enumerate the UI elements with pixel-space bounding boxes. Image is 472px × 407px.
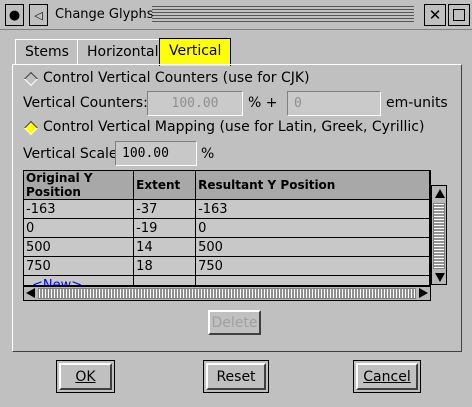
table-row[interactable]: 750 18 750 xyxy=(24,256,430,276)
column-header-resultant[interactable]: Resultant Y Position xyxy=(195,171,430,200)
title-bar[interactable]: ● ◁ Change Glyphs ✕ xyxy=(0,0,472,30)
table-cell[interactable]: 750 xyxy=(24,256,135,276)
new-entry-link[interactable]: <New> xyxy=(24,275,135,285)
table-row[interactable]: 500 14 500 xyxy=(24,237,430,257)
maximize-button[interactable] xyxy=(448,4,470,26)
scroll-down-icon[interactable] xyxy=(435,273,445,282)
vertical-scrollbar[interactable] xyxy=(431,185,447,285)
mapping-table[interactable]: Original Y Position Extent Resultant Y P… xyxy=(23,170,431,286)
window-menu-button[interactable]: ● xyxy=(5,4,24,26)
horizontal-scrollbar[interactable] xyxy=(23,286,431,301)
shade-button[interactable]: ◁ xyxy=(29,4,48,26)
vertical-counters-em-field[interactable]: 0 xyxy=(287,91,381,116)
table-cell[interactable]: 750 xyxy=(195,256,430,276)
table-cell[interactable]: -19 xyxy=(133,218,197,238)
vertical-scale-field[interactable]: 100.00 xyxy=(115,141,197,166)
table-cell[interactable]: 18 xyxy=(133,256,197,276)
cancel-button[interactable]: Cancel xyxy=(353,360,421,393)
cancel-button-label: Cancel xyxy=(363,368,411,385)
scale-percent-label: % xyxy=(201,146,215,162)
em-units-label: em-units xyxy=(386,95,448,111)
vertical-scroll-thumb[interactable] xyxy=(433,203,445,269)
vertical-counters-percent-field[interactable]: 100.00 xyxy=(147,91,243,116)
vertical-mapping-option-label: Control Vertical Mapping (use for Latin,… xyxy=(43,119,425,135)
table-cell[interactable] xyxy=(133,275,197,285)
scroll-right-icon[interactable] xyxy=(419,288,428,298)
table-cell[interactable] xyxy=(195,275,430,285)
table-row[interactable]: -163 -37 -163 xyxy=(24,199,430,219)
change-glyphs-dialog: ● ◁ Change Glyphs ✕ Stems Horizontal Ver… xyxy=(0,0,472,407)
horizontal-scroll-thumb[interactable] xyxy=(38,288,416,299)
reset-button[interactable]: Reset xyxy=(203,360,269,393)
vertical-counters-option-label: Control Vertical Counters (use for CJK) xyxy=(43,70,310,86)
table-cell[interactable]: 14 xyxy=(133,237,197,257)
column-header-original[interactable]: Original Y Position xyxy=(24,171,135,200)
window-title: Change Glyphs xyxy=(55,7,154,22)
window-menu-icon: ● xyxy=(8,7,21,23)
table-cell[interactable]: -163 xyxy=(195,199,430,219)
tab-stems[interactable]: Stems xyxy=(15,39,79,65)
table-cell[interactable]: -37 xyxy=(133,199,197,219)
ok-button-label: OK xyxy=(75,368,96,385)
close-icon: ✕ xyxy=(428,5,442,24)
maximize-icon xyxy=(453,9,465,21)
tab-vertical[interactable]: Vertical xyxy=(159,38,232,66)
title-bar-drag-area[interactable] xyxy=(152,6,414,24)
table-cell[interactable]: 500 xyxy=(195,237,430,257)
table-cell[interactable]: 0 xyxy=(195,218,430,238)
percent-plus-label: % + xyxy=(248,95,278,111)
delete-button[interactable]: Delete xyxy=(208,310,261,335)
new-row[interactable]: <New> xyxy=(24,275,430,285)
vertical-counters-label: Vertical Counters: xyxy=(23,95,148,111)
scroll-left-icon[interactable] xyxy=(26,288,35,298)
tab-horizontal[interactable]: Horizontal xyxy=(77,39,169,65)
close-button[interactable]: ✕ xyxy=(424,4,446,26)
table-cell[interactable]: 500 xyxy=(24,237,135,257)
scroll-up-icon[interactable] xyxy=(435,189,445,198)
vertical-scale-label: Vertical Scale: xyxy=(23,146,123,162)
table-cell[interactable]: -163 xyxy=(24,199,135,219)
shade-icon: ◁ xyxy=(34,8,43,22)
table-cell[interactable]: 0 xyxy=(24,218,135,238)
table-header-row: Original Y Position Extent Resultant Y P… xyxy=(24,171,430,200)
column-header-extent[interactable]: Extent xyxy=(133,171,197,200)
ok-button[interactable]: OK xyxy=(56,360,115,393)
table-row[interactable]: 0 -19 0 xyxy=(24,218,430,238)
reset-button-label: Reset xyxy=(216,368,256,385)
